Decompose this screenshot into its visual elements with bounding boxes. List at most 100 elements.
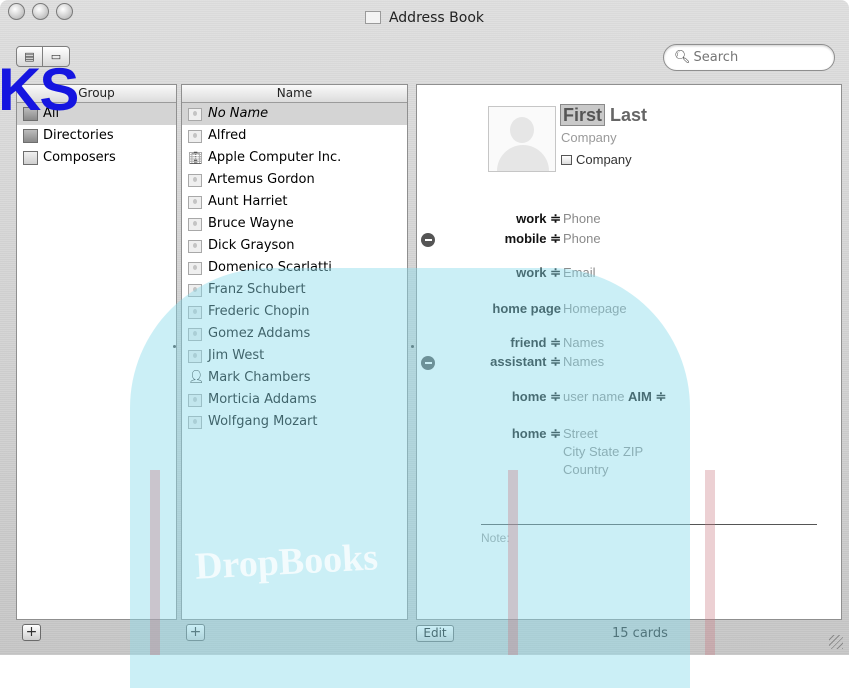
list-item[interactable]: Domenico Scarlatti (182, 257, 407, 279)
pane-splitter[interactable] (173, 345, 176, 348)
company-checkbox-label: Company (576, 152, 632, 167)
directories-icon (23, 129, 38, 143)
work-email-label[interactable]: work ≑ (516, 265, 561, 281)
name-label: Frederic Chopin (208, 304, 310, 319)
mobile-phone-row: mobile ≑ Phone (417, 231, 843, 249)
name-label: Domenico Scarlatti (208, 260, 332, 275)
list-item[interactable]: 🏢︎ Apple Computer Inc. (182, 147, 407, 169)
list-item[interactable]: Frederic Chopin (182, 301, 407, 323)
address-label[interactable]: home ≑ (512, 426, 561, 442)
note-field[interactable]: Note: (481, 531, 510, 545)
list-item[interactable]: Gomez Addams (182, 323, 407, 345)
name-label: Dick Grayson (208, 238, 295, 253)
list-item[interactable]: Alfred (182, 125, 407, 147)
work-email-field[interactable]: Email (563, 265, 596, 280)
list-item[interactable]: Aunt Harriet (182, 191, 407, 213)
friend-row: friend ≑ Names (417, 335, 843, 353)
list-item[interactable]: Bruce Wayne (182, 213, 407, 235)
aim-label[interactable]: home ≑ (512, 389, 561, 405)
assistant-row: assistant ≑ Names (417, 354, 843, 372)
pane-splitter[interactable] (411, 345, 414, 348)
homepage-field[interactable]: Homepage (563, 301, 627, 316)
group-item-label: Composers (43, 150, 116, 165)
checkbox-icon (561, 154, 572, 165)
remove-field-icon[interactable] (421, 356, 435, 370)
add-card-button[interactable]: + (186, 624, 205, 641)
company-checkbox[interactable]: Company (561, 152, 632, 167)
city-state-zip-field[interactable]: City State ZIP (563, 444, 643, 459)
work-phone-field[interactable]: Phone (563, 211, 601, 226)
person-silhouette-icon (510, 117, 534, 143)
aim-row: home ≑ user name AIM ≑ (417, 389, 843, 407)
group-item-label: All (43, 106, 60, 121)
card-icon (188, 261, 202, 275)
mobile-phone-field[interactable]: Phone (563, 231, 601, 246)
assistant-label[interactable]: assistant ≑ (490, 354, 561, 370)
street-field[interactable]: Street (563, 426, 598, 441)
list-item[interactable]: No Name (182, 103, 407, 125)
list-item[interactable]: Wolfgang Mozart (182, 411, 407, 433)
address-book-window: Address Book ▤ ▭ 🔍︎ Group All Directorie… (0, 0, 849, 655)
assistant-field[interactable]: Names (563, 354, 604, 369)
card-detail-pane: First Last Company Company work ≑ Phone … (416, 84, 842, 620)
work-phone-row: work ≑ Phone (417, 211, 843, 229)
country-field[interactable]: Country (563, 462, 609, 477)
card-count: 15 cards (612, 626, 668, 641)
company-field[interactable]: Company (561, 130, 617, 145)
view-toggle: ▤ ▭ (16, 46, 70, 67)
aim-field: user name AIM ≑ (563, 389, 666, 405)
list-item[interactable]: 👤︎ Mark Chambers (182, 367, 407, 389)
search-input[interactable] (693, 50, 829, 65)
person-silhouette-body (497, 145, 549, 171)
resize-grip-icon[interactable] (829, 635, 843, 649)
friend-label[interactable]: friend ≑ (510, 335, 561, 351)
group-icon (23, 107, 38, 121)
list-item[interactable]: Morticia Addams (182, 389, 407, 411)
search-field[interactable]: 🔍︎ (663, 44, 835, 71)
name-pane: Name No Name Alfred 🏢︎ Apple Computer Inc… (181, 84, 408, 620)
group-item-directories[interactable]: Directories (17, 125, 176, 147)
aim-username-field[interactable]: user name (563, 389, 624, 404)
group-list: All Directories Composers (17, 103, 176, 169)
list-item[interactable]: Artemus Gordon (182, 169, 407, 191)
name-column-header[interactable]: Name (182, 85, 407, 103)
first-name-field[interactable]: First (560, 104, 606, 126)
city-row: City State ZIP (417, 444, 843, 462)
card-icon (188, 305, 202, 319)
card-view-icon: ▭ (50, 50, 62, 63)
group-pane: Group All Directories Composers (16, 84, 177, 620)
homepage-row: home page Homepage (417, 301, 843, 319)
note-divider (481, 524, 817, 525)
card-icon (188, 217, 202, 231)
card-icon (188, 107, 202, 121)
group-item-composers[interactable]: Composers (17, 147, 176, 169)
name-label: Franz Schubert (208, 282, 306, 297)
last-name-field[interactable]: Last (610, 105, 647, 125)
group-item-all[interactable]: All (17, 103, 176, 125)
card-icon (188, 129, 202, 143)
add-group-button[interactable]: + (22, 624, 41, 641)
view-card-button[interactable]: ▭ (43, 46, 70, 67)
list-item[interactable]: Jim West (182, 345, 407, 367)
contact-photo[interactable] (488, 106, 556, 172)
card-icon (188, 415, 202, 429)
name-label: Aunt Harriet (208, 194, 288, 209)
edit-button[interactable]: Edit (416, 625, 454, 642)
remove-field-icon[interactable] (421, 233, 435, 247)
friend-field[interactable]: Names (563, 335, 604, 350)
aim-service-popup[interactable]: AIM ≑ (628, 389, 666, 404)
view-columns-button[interactable]: ▤ (16, 46, 43, 67)
group-column-header[interactable]: Group (17, 85, 176, 103)
list-item[interactable]: Franz Schubert (182, 279, 407, 301)
name-label: Alfred (208, 128, 247, 143)
search-icon: 🔍︎ (674, 50, 691, 65)
contact-name: First Last (560, 104, 647, 126)
list-item[interactable]: Dick Grayson (182, 235, 407, 257)
card-icon (188, 327, 202, 341)
columns-view-icon: ▤ (24, 50, 35, 63)
work-phone-label[interactable]: work ≑ (516, 211, 561, 227)
group-icon (23, 151, 38, 165)
name-label: Wolfgang Mozart (208, 414, 318, 429)
title-bar: Address Book (0, 0, 849, 40)
mobile-phone-label[interactable]: mobile ≑ (505, 231, 561, 247)
